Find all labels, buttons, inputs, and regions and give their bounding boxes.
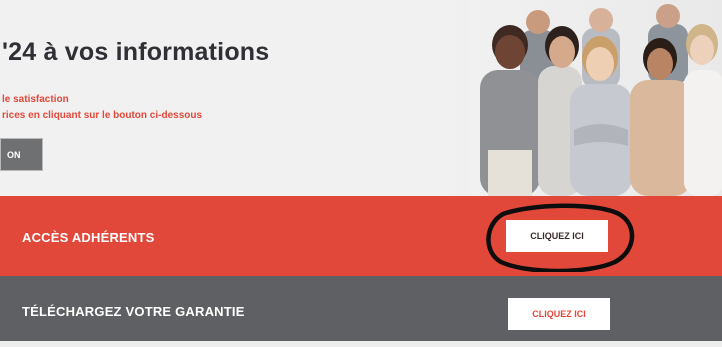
members-access-bar: ACCÈS ADHÉRENTS CLIQUEZ ICI — [0, 196, 722, 276]
warranty-download-label: TÉLÉCHARGEZ VOTRE GARANTIE — [22, 304, 245, 319]
warranty-download-bar: TÉLÉCHARGEZ VOTRE GARANTIE CLIQUEZ ICI — [0, 276, 722, 341]
hero-subtitle-line-1: le satisfaction — [2, 94, 69, 105]
team-photo — [470, 0, 722, 196]
page-bottom-strip — [0, 341, 722, 347]
hero-banner: '24 à vos informations le satisfaction r… — [0, 0, 722, 196]
warranty-click-here-button[interactable]: CLIQUEZ ICI — [508, 298, 610, 330]
members-click-here-button[interactable]: CLIQUEZ ICI — [506, 220, 608, 252]
person-far-right — [684, 24, 722, 196]
hero-title: '24 à vos informations — [2, 38, 270, 66]
members-access-label: ACCÈS ADHÉRENTS — [22, 230, 155, 245]
hero-subtitle-line-2: rices en cliquant sur le bouton ci-desso… — [2, 110, 203, 121]
hero-action-button-label: ON — [7, 149, 21, 160]
hero-action-button[interactable]: ON — [0, 138, 43, 171]
